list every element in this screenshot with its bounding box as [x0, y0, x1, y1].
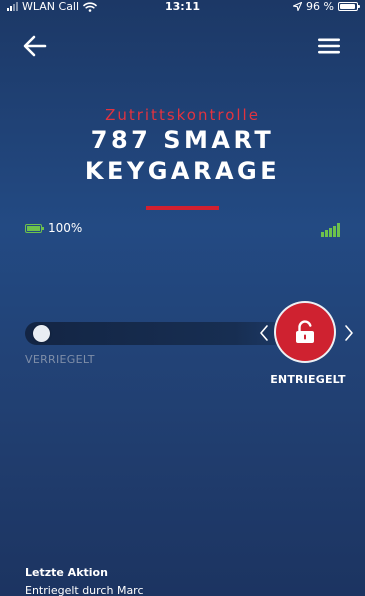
- device-title-line1: 787 SMART: [90, 126, 275, 154]
- app-screen: WLAN Call 13:11 96 % Zutrittskontrolle 7…: [0, 0, 365, 596]
- locked-label: VERRIEGELT: [25, 353, 95, 366]
- device-battery-icon: [25, 223, 44, 233]
- status-bar: WLAN Call 13:11 96 %: [0, 0, 365, 14]
- arrow-left-icon: [23, 35, 47, 57]
- status-right: 96 %: [293, 0, 360, 13]
- title-underline: [146, 206, 219, 210]
- device-subtitle: Zutrittskontrolle: [105, 106, 260, 124]
- last-action-title: Letzte Aktion: [25, 566, 108, 579]
- chevron-left-icon: [260, 325, 268, 341]
- location-arrow-icon: [293, 2, 303, 11]
- lock-slider-knob[interactable]: [33, 325, 50, 342]
- hamburger-menu-icon: [318, 38, 340, 54]
- battery-icon: [338, 2, 360, 11]
- chevron-right-icon: [345, 325, 353, 341]
- unlocked-label: ENTRIEGELT: [270, 373, 346, 386]
- battery-level: 100%: [48, 221, 83, 235]
- last-action-text: Entriegelt durch Marc: [25, 584, 144, 596]
- unlocked-padlock-icon: [296, 320, 314, 343]
- back-button[interactable]: [22, 33, 48, 59]
- menu-button[interactable]: [316, 34, 342, 58]
- unlock-button[interactable]: [276, 303, 334, 361]
- device-battery: 100%: [25, 221, 82, 235]
- battery-percent: 96 %: [306, 0, 334, 13]
- signal-strength-icon: [321, 222, 340, 237]
- device-title-line2: KEYGARAGE: [84, 157, 281, 185]
